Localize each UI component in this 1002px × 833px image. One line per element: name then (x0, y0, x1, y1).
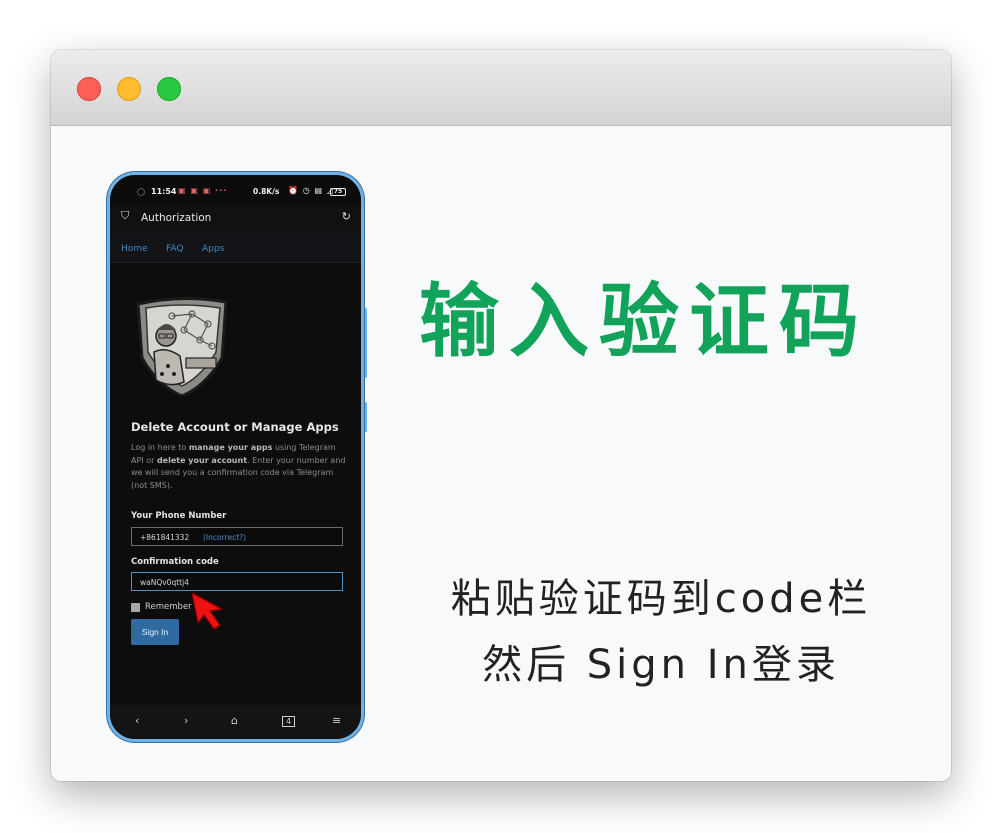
confirmation-code-label: Confirmation code (131, 557, 219, 567)
remember-label: Remember (145, 602, 192, 612)
notification-icons: ▣ ▣ ▣ ··· (178, 186, 228, 195)
desc-text: Log in here to (131, 443, 189, 452)
remember-checkbox-row[interactable]: Remember (131, 602, 192, 612)
page-content: Delete Account or Manage Apps Log in her… (110, 264, 361, 707)
system-status-icons: ⏰ ◷ ▤ ◿ (288, 186, 335, 195)
page-description: Log in here to manage your apps using Te… (131, 442, 346, 492)
instruction-line-1: 粘贴验证码到code栏 (450, 576, 872, 622)
nav-faq-link[interactable]: FAQ (166, 244, 183, 254)
tabs-count-icon[interactable]: 4 (282, 716, 296, 727)
menu-icon[interactable]: ≡ (332, 714, 341, 727)
home-icon[interactable]: ⌂ (231, 714, 238, 727)
phone-bottom-nav: ‹ › ⌂ 4 ≡ (110, 705, 361, 739)
confirmation-code-value: waNQv0qttj4 (140, 578, 189, 587)
status-time: 11:54 (151, 187, 177, 196)
incorrect-link[interactable]: (Incorrect?) (203, 533, 246, 542)
reload-icon[interactable]: ↻ (342, 210, 351, 223)
browser-window: 11:54 ▣ ▣ ▣ ··· 0.8K/s ⏰ ◷ ▤ ◿ 75 ⛉ Auth… (51, 50, 951, 781)
forward-icon[interactable]: › (184, 714, 188, 727)
remember-checkbox[interactable] (131, 602, 140, 612)
phone-number-field[interactable]: +861841332 (Incorrect?) (131, 527, 343, 546)
nav-apps-link[interactable]: Apps (202, 244, 224, 254)
confirmation-code-input[interactable]: waNQv0qttj4 (131, 572, 343, 591)
phone-number-value: +861841332 (140, 533, 190, 542)
page-heading: Delete Account or Manage Apps (131, 420, 339, 434)
front-camera-icon (137, 188, 145, 196)
desc-bold-delete: delete your account (156, 455, 248, 465)
window-titlebar (51, 50, 951, 126)
nav-home-link[interactable]: Home (121, 244, 148, 254)
shield-icon: ⛉ (121, 209, 130, 222)
phone-mockup: 11:54 ▣ ▣ ▣ ··· 0.8K/s ⏰ ◷ ▤ ◿ 75 ⛉ Auth… (107, 172, 364, 742)
status-bar: 11:54 ▣ ▣ ▣ ··· 0.8K/s ⏰ ◷ ▤ ◿ 75 (110, 183, 361, 201)
headline: 输入验证码 (419, 275, 869, 368)
phone-side-button (364, 308, 367, 378)
close-window-button[interactable] (77, 77, 101, 101)
phone-number-label: Your Phone Number (131, 511, 227, 521)
webview-appbar: ⛉ Authorization ↻ (110, 205, 361, 233)
phone-side-button (364, 402, 367, 432)
sign-in-button[interactable]: Sign In (131, 619, 179, 645)
appbar-title: Authorization (141, 212, 212, 224)
site-nav: Home FAQ Apps (110, 233, 361, 263)
instruction-line-2: 然后 Sign In登录 (482, 642, 840, 688)
phone-screen: 11:54 ▣ ▣ ▣ ··· 0.8K/s ⏰ ◷ ▤ ◿ 75 ⛉ Auth… (110, 175, 361, 739)
minimize-window-button[interactable] (117, 77, 141, 101)
desc-bold-manage: manage your apps (188, 443, 273, 452)
network-speed: 0.8K/s (253, 187, 280, 196)
developer-illustration (136, 296, 228, 396)
battery-icon: 75 (330, 188, 346, 196)
zoom-window-button[interactable] (157, 77, 181, 101)
back-icon[interactable]: ‹ (135, 714, 139, 727)
red-arrow-cursor-icon (191, 592, 223, 630)
